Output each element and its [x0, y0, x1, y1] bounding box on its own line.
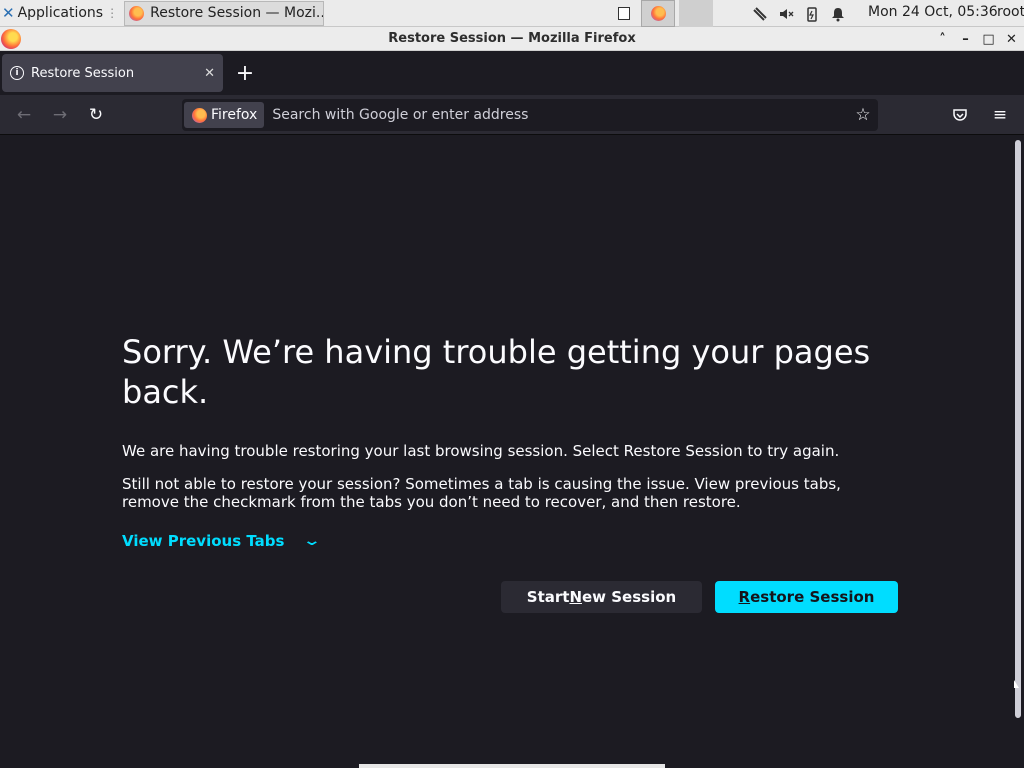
window-title: Restore Session — Mozilla Firefox — [388, 31, 636, 46]
new-tab-button[interactable]: + — [227, 55, 263, 91]
view-previous-tabs-toggle[interactable]: View Previous Tabs ⌄ — [122, 532, 322, 550]
identity-box[interactable]: Firefox — [184, 102, 265, 128]
bookmark-star-icon[interactable]: ☆ — [848, 105, 878, 125]
close-window-button[interactable]: ✕ — [1003, 32, 1020, 47]
reload-button[interactable]: ↻ — [78, 99, 114, 131]
navigation-toolbar: ← → ↻ Firefox ☆ ≡ — [0, 95, 1024, 135]
minimize-button[interactable]: – — [957, 32, 974, 47]
firefox-icon — [129, 5, 145, 21]
battery-icon[interactable] — [804, 6, 820, 22]
maximize-button[interactable]: □ — [980, 32, 997, 47]
pocket-button[interactable] — [942, 99, 978, 131]
help-paragraph: Still not able to restore your session? … — [122, 475, 841, 511]
applications-label: Applications — [17, 5, 104, 21]
user-menu[interactable]: root — [997, 4, 1024, 20]
description-paragraph: We are having trouble restoring your las… — [122, 442, 840, 460]
url-bar[interactable]: Firefox ☆ — [182, 99, 878, 131]
pocket-icon — [953, 109, 967, 121]
info-icon: i — [10, 66, 24, 80]
taskbar-window-firefox[interactable]: Restore Session — Mozi... — [124, 0, 325, 26]
vertical-scrollbar[interactable] — [1012, 136, 1024, 768]
restore-accesskey: R — [738, 588, 751, 606]
shade-button[interactable]: ˄ — [934, 32, 951, 47]
tab-strip: i Restore Session ✕ + — [0, 51, 1024, 95]
workspace-2[interactable] — [641, 0, 675, 27]
window-controls: ˄ – □ ✕ — [934, 27, 1020, 51]
forward-button[interactable]: → — [42, 99, 78, 131]
app-menu-button[interactable]: ≡ — [982, 99, 1018, 131]
system-tray — [752, 0, 846, 27]
identity-label: Firefox — [211, 107, 258, 123]
page-content: Sorry. We’re having trouble getting your… — [0, 136, 1012, 768]
mouse-cursor-icon — [1014, 680, 1019, 688]
tab-title: Restore Session — [31, 65, 135, 81]
restore-label-post: estore Session — [750, 588, 875, 606]
taskbar-window-title: Restore Session — Mozi... — [150, 5, 325, 21]
volume-muted-icon[interactable] — [778, 6, 794, 22]
workspace-1[interactable] — [607, 0, 641, 27]
back-button[interactable]: ← — [6, 99, 42, 131]
menu-separator-icon: ⋮ — [106, 6, 119, 20]
xfce-logo-icon: ✕ — [2, 4, 15, 22]
url-input[interactable] — [272, 107, 848, 123]
start-new-label-pre: Start — [526, 588, 570, 606]
applications-menu-button[interactable]: ✕ Applications ⋮ — [0, 0, 122, 27]
page-title: Sorry. We’re having trouble getting your… — [122, 333, 871, 411]
notification-bell-icon[interactable] — [830, 6, 846, 22]
chevron-down-icon: ⌄ — [302, 533, 322, 549]
firefox-icon — [650, 6, 666, 21]
workspace-3[interactable] — [679, 0, 713, 27]
firefox-icon — [1, 29, 21, 49]
network-icon[interactable] — [752, 6, 768, 22]
tab-restore-session[interactable]: i Restore Session ✕ — [2, 54, 223, 92]
window-preview-icon — [618, 7, 630, 20]
workspace-switcher — [607, 0, 713, 27]
close-tab-icon[interactable]: ✕ — [204, 66, 215, 81]
start-new-accesskey: N — [569, 588, 582, 606]
firefox-icon — [192, 107, 207, 123]
start-new-label-post: ew Session — [582, 588, 677, 606]
toolbar-right: ≡ — [942, 99, 1018, 131]
start-new-session-button[interactable]: Start New Session — [501, 581, 702, 613]
window-titlebar[interactable]: Restore Session — Mozilla Firefox ˄ – □ … — [0, 27, 1024, 51]
bottom-edge-strip — [359, 764, 665, 768]
clock[interactable]: Mon 24 Oct, 05:36 — [868, 4, 998, 20]
restore-session-button[interactable]: Restore Session — [715, 581, 898, 613]
view-previous-tabs-label: View Previous Tabs — [122, 532, 285, 550]
scrollbar-thumb[interactable] — [1015, 140, 1021, 718]
